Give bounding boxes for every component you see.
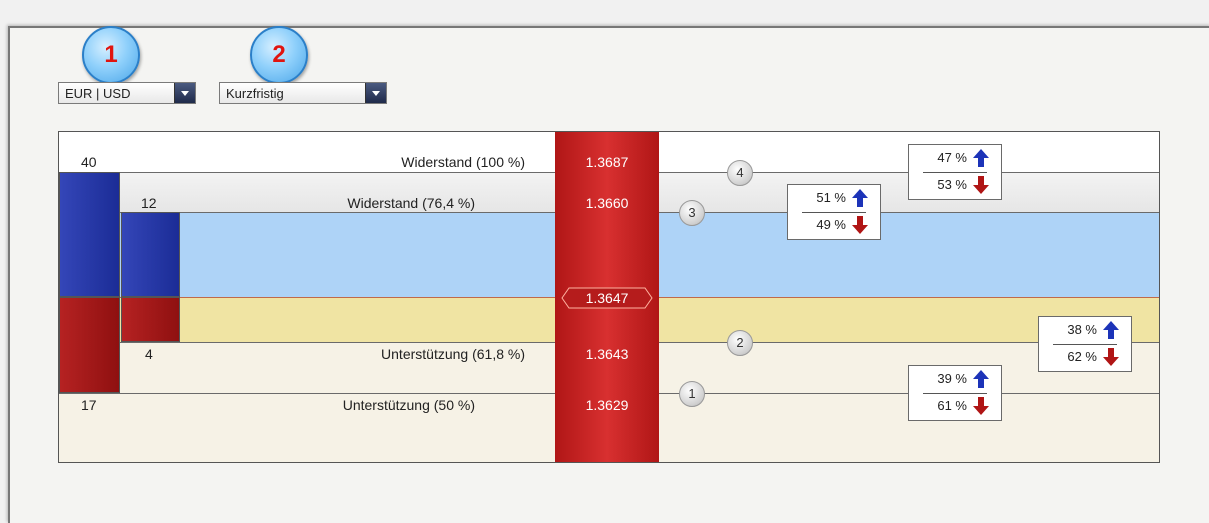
arrow-up-icon (852, 189, 868, 207)
pct-up: 51 % (816, 190, 846, 205)
chevron-down-icon[interactable] (174, 83, 195, 103)
level-badge-4: 4 (727, 160, 753, 186)
pct-down: 49 % (816, 217, 846, 232)
count-resistance-76: 12 (141, 195, 157, 211)
chevron-down-icon[interactable] (365, 83, 386, 103)
count-bar-support-50 (59, 297, 120, 393)
period-value: Kurzfristig (226, 86, 284, 101)
count-bar-support-61 (121, 297, 180, 342)
period-select[interactable]: Kurzfristig (219, 82, 387, 104)
count-bar-resistance-100 (59, 172, 120, 297)
level-value-resistance-76: 1.3660 (585, 195, 629, 211)
pct-down: 62 % (1067, 349, 1097, 364)
level-label-resistance-100: Widerstand (100 %) (401, 154, 525, 170)
sentiment-box-level-2: 38 % 62 % (1038, 316, 1132, 372)
level-label-resistance-76: Widerstand (76,4 %) (347, 195, 475, 211)
current-price-marker: 1.3647 (561, 287, 653, 309)
level-value-support-50: 1.3629 (585, 397, 629, 413)
sentiment-box-level-3: 51 % 49 % (787, 184, 881, 240)
current-price-value: 1.3647 (585, 290, 629, 306)
level-label-support-61: Unterstützung (61,8 %) (381, 346, 525, 362)
pct-down: 61 % (937, 398, 967, 413)
currency-pair-value: EUR | USD (65, 86, 131, 101)
arrow-down-icon (973, 397, 989, 415)
level-badge-3: 3 (679, 200, 705, 226)
sentiment-box-level-1: 39 % 61 % (908, 365, 1002, 421)
count-bar-resistance-76 (121, 212, 180, 297)
level-value-support-61: 1.3643 (585, 346, 629, 362)
pct-up: 47 % (937, 150, 967, 165)
level-value-resistance-100: 1.3687 (585, 154, 629, 170)
level-label-support-50: Unterstützung (50 %) (342, 397, 475, 413)
callout-2: 2 (250, 26, 308, 84)
arrow-down-icon (973, 176, 989, 194)
pct-up: 39 % (937, 371, 967, 386)
count-resistance-100: 40 (81, 154, 97, 170)
level-badge-2: 2 (727, 330, 753, 356)
pct-up: 38 % (1067, 322, 1097, 337)
pct-down: 53 % (937, 177, 967, 192)
callout-1: 1 (82, 26, 140, 84)
currency-pair-select[interactable]: EUR | USD (58, 82, 196, 104)
fibonacci-levels-panel: 40 12 4 17 Widerstand (100 %) Widerstand… (58, 131, 1160, 463)
count-support-61: 4 (145, 346, 153, 362)
arrow-up-icon (973, 370, 989, 388)
arrow-down-icon (1103, 348, 1119, 366)
level-badge-1: 1 (679, 381, 705, 407)
arrow-up-icon (973, 149, 989, 167)
arrow-down-icon (852, 216, 868, 234)
arrow-up-icon (1103, 321, 1119, 339)
count-support-50: 17 (81, 397, 97, 413)
sentiment-box-level-4: 47 % 53 % (908, 144, 1002, 200)
